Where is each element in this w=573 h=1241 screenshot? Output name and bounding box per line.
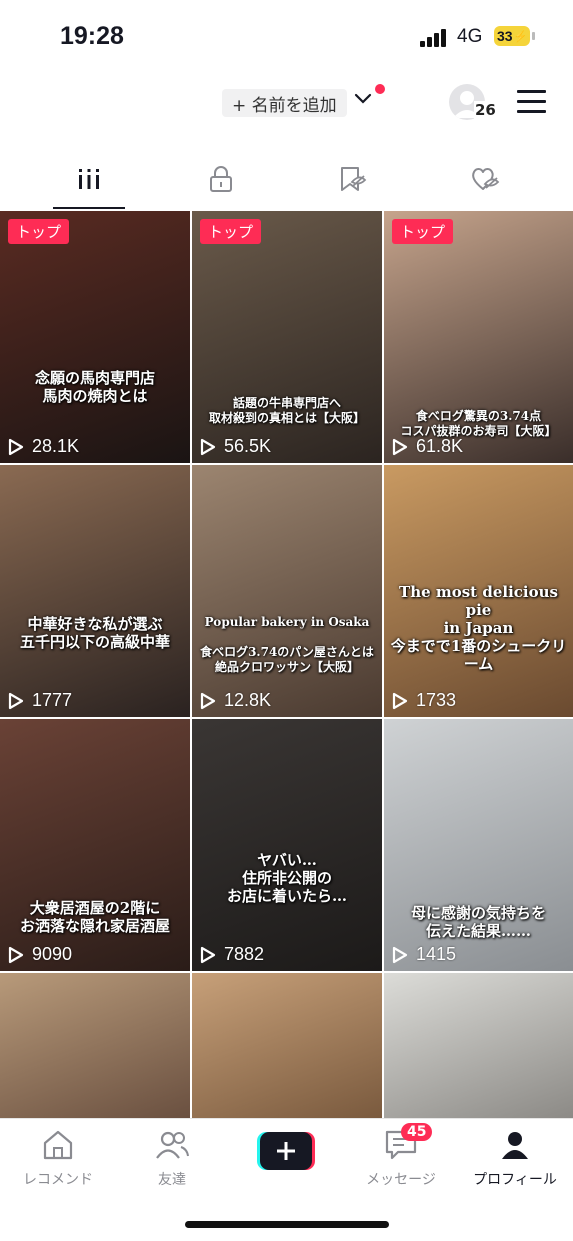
view-count: 28.1K: [8, 436, 79, 457]
video-thumbnail[interactable]: [384, 973, 573, 1118]
play-icon: [8, 438, 24, 455]
video-thumbnail[interactable]: トップ話題の牛串専門店へ 取材殺到の真相とは【大阪】 56.5K: [192, 211, 382, 463]
add-name-button[interactable]: + 名前を追加: [222, 89, 347, 117]
play-icon: [8, 692, 24, 709]
message-count-badge: 45: [401, 1123, 433, 1141]
nav-label: メッセージ: [366, 1172, 436, 1188]
play-icon: [392, 692, 408, 709]
play-icon: [392, 438, 408, 455]
video-thumbnail[interactable]: 中華好きな私が選ぶ 五千円以下の高級中華 1777: [0, 465, 190, 717]
friends-icon: [156, 1131, 189, 1159]
view-count-text: 1777: [32, 690, 73, 710]
pinned-badge: トップ: [392, 219, 454, 244]
tab-videos[interactable]: [29, 150, 149, 208]
video-thumbnail[interactable]: トップ念願の馬肉専門店 馬肉の焼肉とは 28.1K: [0, 211, 190, 463]
thumbnail-image: [192, 465, 382, 717]
video-thumbnail[interactable]: 母に感謝の気持ちを 伝えた結果…… 1415: [384, 719, 573, 971]
thumbnail-image: [192, 973, 382, 1118]
heart-icon: [472, 168, 500, 190]
view-count-text: 28.1K: [32, 436, 80, 456]
play-icon: [8, 946, 24, 963]
profile-header: + 名前を追加 26: [0, 76, 573, 136]
create-button[interactable]: [257, 1132, 315, 1170]
bookmark-icon: [341, 167, 367, 191]
nav-label: プロフィール: [473, 1172, 557, 1188]
profile-icon: [502, 1132, 528, 1159]
play-icon: [200, 438, 216, 455]
avatar-count: 26: [474, 101, 497, 119]
view-count-text: 7882: [224, 944, 265, 964]
thumbnail-image: [384, 973, 573, 1118]
bottom-nav: レコメンド 友達 メッセージ 45 プロフィール: [0, 1118, 573, 1241]
view-count: 56.5K: [200, 436, 271, 457]
battery-icon: 33 ⚡: [494, 26, 530, 46]
signal-icon: [420, 29, 450, 47]
home-icon: [43, 1130, 73, 1160]
home-indicator: [185, 1221, 389, 1228]
view-count: 1415: [392, 944, 456, 965]
thumbnail-image: [0, 973, 190, 1118]
video-caption: The most delicious pie in Japan 今までで1番のシ…: [390, 583, 567, 673]
video-caption: 話題の牛串専門店へ 取材殺到の真相とは【大阪】: [208, 396, 365, 425]
video-caption: Popular bakery in Osaka 食べログ3.74のパン屋さんとは…: [200, 615, 374, 674]
video-thumbnail[interactable]: The most delicious pie in Japan 今までで1番のシ…: [384, 465, 573, 717]
video-caption: 中華好きな私が選ぶ 五千円以下の高級中華: [19, 615, 170, 651]
nav-friends[interactable]: 友達: [122, 1129, 222, 1189]
play-icon: [200, 946, 216, 963]
view-count: 1777: [8, 690, 72, 711]
video-caption: 大衆居酒屋の2階に お洒落な隠れ家居酒屋: [19, 899, 170, 935]
view-count-text: 56.5K: [224, 436, 272, 456]
view-count: 9090: [8, 944, 72, 965]
thumbnail-image: [192, 719, 382, 971]
grid-icon: [79, 169, 99, 189]
video-caption: 母に感謝の気持ちを 伝えた結果……: [410, 904, 546, 940]
view-count: 61.8K: [392, 436, 463, 457]
nav-profile[interactable]: プロフィール: [465, 1129, 565, 1189]
view-count-text: 9090: [32, 944, 73, 964]
view-count-text: 12.8K: [224, 690, 272, 710]
video-caption: 念願の馬肉専門店 馬肉の焼肉とは: [34, 369, 155, 405]
status-time: 19:28: [60, 22, 124, 50]
thumbnail-image: [0, 465, 190, 717]
play-icon: [392, 946, 408, 963]
active-tab-indicator: [53, 207, 125, 209]
create-icon: [257, 1132, 315, 1170]
lock-icon: [210, 166, 232, 192]
notification-dot: [375, 84, 385, 94]
tab-private[interactable]: [161, 150, 281, 208]
video-grid: トップ念願の馬肉専門店 馬肉の焼肉とは 28.1K トップ話題の牛串専門店へ 取材殺…: [0, 211, 573, 1118]
tab-saved[interactable]: [292, 150, 412, 208]
video-thumbnail[interactable]: Popular bakery in Osaka 食べログ3.74のパン屋さんとは…: [192, 465, 382, 717]
view-count-text: 1733: [416, 690, 457, 710]
battery-level: 33: [497, 28, 513, 44]
video-thumbnail[interactable]: [192, 973, 382, 1118]
video-thumbnail[interactable]: トップ食べログ驚異の3.74点 コスパ抜群のお寿司【大阪】 61.8K: [384, 211, 573, 463]
play-icon: [200, 692, 216, 709]
nav-label: レコメンド: [23, 1172, 93, 1188]
view-count-text: 1415: [416, 944, 457, 964]
pinned-badge: トップ: [8, 219, 70, 244]
nav-inbox[interactable]: メッセージ: [351, 1129, 451, 1189]
pinned-badge: トップ: [200, 219, 262, 244]
view-count: 7882: [200, 944, 264, 965]
menu-button[interactable]: [517, 90, 546, 114]
view-count-text: 61.8K: [416, 436, 464, 456]
chevron-down-icon[interactable]: [354, 90, 372, 108]
view-count: 12.8K: [200, 690, 271, 711]
status-bar: 19:28 4G 33 ⚡: [0, 0, 573, 76]
thumbnail-image: [0, 211, 190, 463]
view-count: 1733: [392, 690, 456, 711]
tab-liked[interactable]: [425, 150, 545, 208]
video-caption: ヤバい… 住所非公開の お店に着いたら…: [226, 851, 347, 905]
video-thumbnail[interactable]: ヤバい… 住所非公開の お店に着いたら… 7882: [192, 719, 382, 971]
nav-recommend[interactable]: レコメンド: [8, 1129, 108, 1189]
nav-label: 友達: [158, 1172, 186, 1188]
video-caption: 食べログ驚異の3.74点 コスパ抜群のお寿司【大阪】: [400, 409, 557, 438]
network-type: 4G: [457, 26, 483, 47]
battery-tip: [532, 32, 535, 40]
content-tabs: [0, 150, 573, 210]
video-thumbnail[interactable]: 大衆居酒屋の2階に お洒落な隠れ家居酒屋 9090: [0, 719, 190, 971]
video-thumbnail[interactable]: [0, 973, 190, 1118]
